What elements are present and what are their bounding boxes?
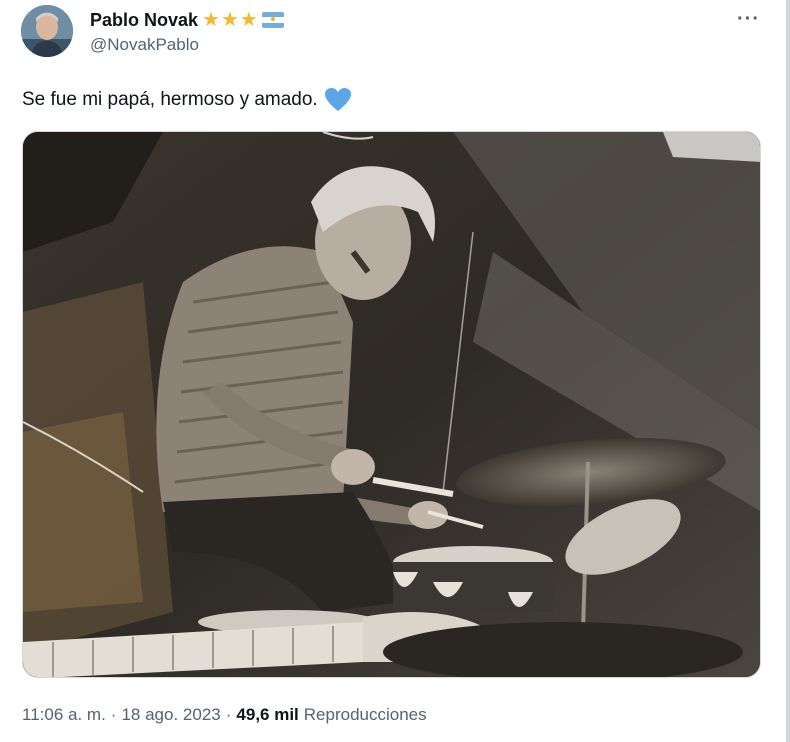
argentina-flag-icon bbox=[261, 12, 284, 28]
author-name[interactable]: Pablo Novak bbox=[90, 10, 198, 31]
avatar-image bbox=[21, 5, 73, 57]
author-row: Pablo Novak ★ ★ ★ bbox=[90, 8, 284, 32]
photo-drummer bbox=[23, 132, 760, 677]
timeline-border bbox=[786, 0, 790, 742]
views-count: 49,6 mil bbox=[236, 705, 299, 724]
tweet-text-row: Se fue mi papá, hermoso y amado. bbox=[22, 87, 352, 113]
blue-heart-icon bbox=[324, 88, 351, 111]
avatar[interactable] bbox=[21, 5, 73, 57]
tweet-time[interactable]: 11:06 a. m. bbox=[22, 705, 106, 725]
tweet-date[interactable]: 18 ago. 2023 bbox=[121, 705, 220, 725]
star-icon: ★ bbox=[239, 9, 258, 31]
meta-separator: · bbox=[225, 705, 232, 724]
badge-group: ★ ★ ★ bbox=[202, 10, 258, 30]
views-label: Reproducciones bbox=[303, 705, 427, 724]
tweet-text: Se fue mi papá, hermoso y amado. bbox=[22, 89, 318, 110]
star-icon: ★ bbox=[202, 9, 220, 31]
tweet-photo[interactable] bbox=[22, 131, 761, 678]
more-options-button[interactable]: ··· bbox=[737, 8, 760, 31]
meta-separator: · bbox=[110, 705, 117, 724]
star-icon: ★ bbox=[220, 9, 239, 31]
tweet-meta: 11:06 a. m. · 18 ago. 2023 · 49,6 mil Re… bbox=[22, 705, 427, 725]
author-handle[interactable]: @NovakPablo bbox=[90, 35, 199, 55]
